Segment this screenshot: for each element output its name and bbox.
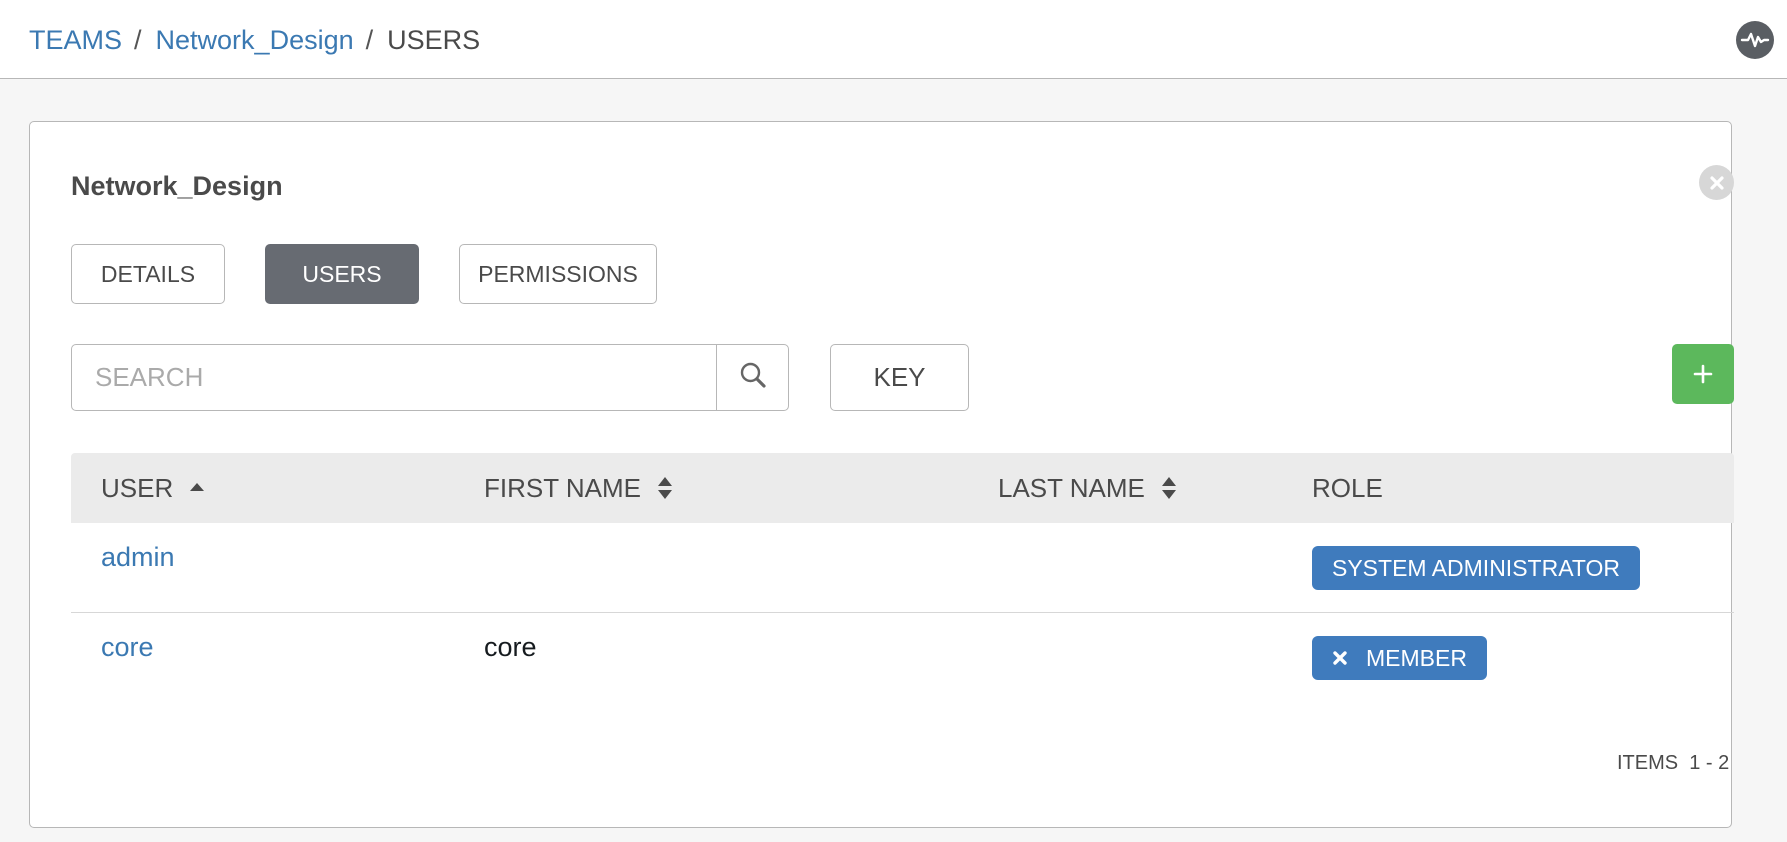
sort-icon (657, 476, 673, 500)
table-header: USER FIRST NAME LAST NAME ROLE (71, 453, 1734, 523)
user-link[interactable]: core (101, 629, 154, 665)
role-label: MEMBER (1366, 644, 1467, 671)
tab-users[interactable]: USERS (265, 244, 419, 304)
breadcrumb-separator: / (365, 25, 374, 55)
first-name-cell: core (484, 632, 537, 662)
panel-title: Network_Design (71, 171, 283, 201)
sort-ascending-icon (189, 482, 205, 494)
column-header-user[interactable]: USER (101, 453, 205, 523)
tab-permissions[interactable]: PERMISSIONS (459, 244, 657, 304)
key-button[interactable]: KEY (830, 344, 969, 411)
top-bar: TEAMS / Network_Design / USERS (0, 0, 1787, 79)
breadcrumb-current: USERS (387, 25, 481, 55)
column-label: LAST NAME (998, 472, 1145, 503)
breadcrumb: TEAMS / Network_Design / USERS (29, 22, 480, 58)
column-header-first-name[interactable]: FIRST NAME (484, 453, 673, 523)
close-icon[interactable] (1699, 165, 1734, 200)
search-box (71, 344, 789, 411)
table-row: core core MEMBER (71, 613, 1734, 703)
column-label: USER (101, 472, 174, 503)
column-header-role: ROLE (1312, 453, 1383, 523)
add-user-button[interactable] (1672, 344, 1734, 404)
column-label: ROLE (1312, 472, 1383, 503)
breadcrumb-teams-link[interactable]: TEAMS (29, 22, 122, 58)
role-badge: MEMBER (1312, 636, 1487, 680)
items-label: ITEMS (1617, 752, 1679, 774)
team-users-panel: Network_Design DETAILS USERS PERMISSIONS… (29, 121, 1734, 828)
tab-details[interactable]: DETAILS (71, 244, 225, 304)
search-input[interactable] (72, 345, 716, 410)
breadcrumb-team-link[interactable]: Network_Design (156, 22, 354, 58)
activity-stream-icon[interactable] (1736, 21, 1774, 59)
search-button[interactable] (716, 345, 788, 410)
sort-icon (1161, 476, 1177, 500)
column-header-last-name[interactable]: LAST NAME (998, 453, 1177, 523)
search-icon (739, 361, 767, 394)
user-link[interactable]: admin (101, 539, 175, 575)
breadcrumb-separator: / (134, 25, 142, 55)
column-label: FIRST NAME (484, 472, 641, 503)
items-count: ITEMS 1 - 2 (1617, 752, 1729, 775)
remove-x-icon[interactable] (1332, 650, 1348, 666)
plus-icon (1693, 364, 1713, 384)
role-label: SYSTEM ADMINISTRATOR (1332, 554, 1620, 581)
items-range: 1 - 2 (1689, 752, 1730, 774)
table-row: admin SYSTEM ADMINISTRATOR (71, 523, 1734, 613)
role-badge: SYSTEM ADMINISTRATOR (1312, 546, 1640, 590)
